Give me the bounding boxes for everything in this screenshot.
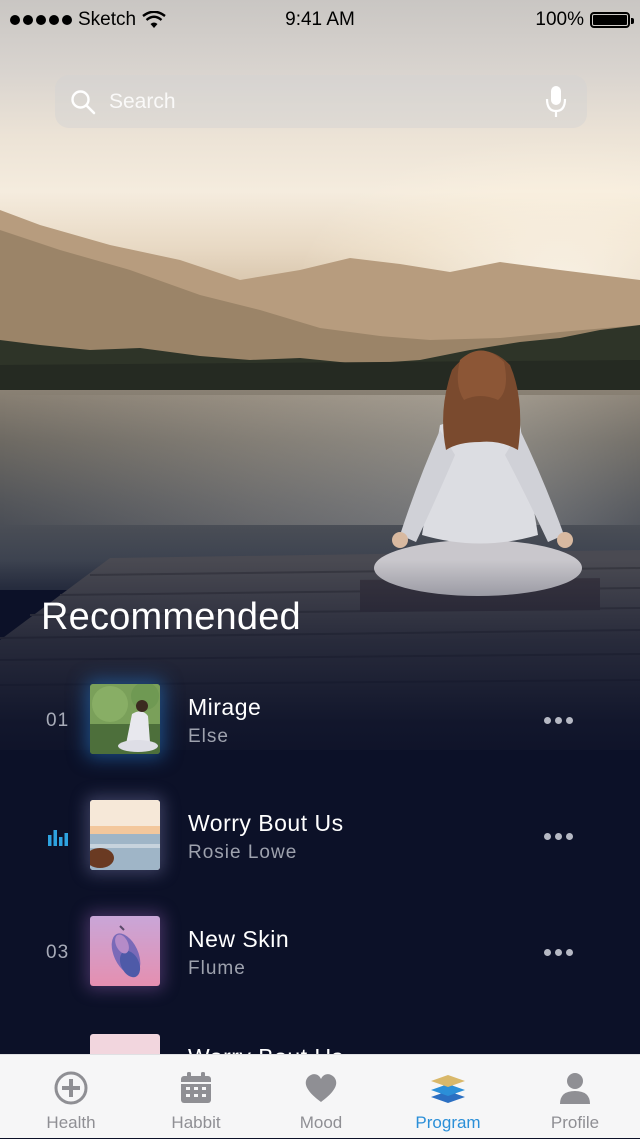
track-title: Worry Bout Us [188,810,344,836]
tab-profile[interactable]: Profile [511,1055,639,1139]
status-bar: Sketch 9:41 AM 100% [0,0,640,40]
track-title: New Skin [188,926,290,952]
more-options-icon[interactable] [544,710,576,730]
track-artist: Flume [188,958,246,979]
calendar-icon [181,1072,211,1103]
more-options-icon[interactable] [544,826,576,846]
tab-label: Health [46,1113,96,1132]
track-artist: Rosie Lowe [188,842,298,863]
track-artwork [90,916,160,986]
tab-program[interactable]: Program [384,1055,512,1139]
track-row[interactable]: Worry Bout Us Rosie Lowe [0,800,640,890]
tab-label: Profile [550,1113,600,1132]
plus-circle-icon [54,1071,88,1105]
track-artist: Else [188,726,229,747]
track-title: Mirage [188,694,262,720]
track-number: 03 [46,942,70,963]
tab-health[interactable]: Health [7,1055,135,1139]
battery-icon [590,12,634,28]
tab-label: Mood [299,1113,343,1132]
battery-percentage: 100% [535,9,584,30]
layers-icon [431,1075,465,1103]
person-icon [560,1073,590,1104]
tab-bar: Health Habbit Mood Program Profile [0,1054,640,1138]
tab-habbit[interactable]: Habbit [132,1055,260,1139]
now-playing-equalizer-icon [48,830,68,846]
search-input[interactable] [107,88,545,115]
search-bar[interactable] [55,75,587,128]
more-options-icon[interactable] [544,942,576,962]
tab-mood[interactable]: Mood [257,1055,385,1139]
heart-icon [305,1074,337,1102]
track-artwork [90,684,160,754]
track-artwork [90,800,160,870]
microphone-icon[interactable] [545,85,567,119]
tab-label: Program [415,1113,481,1132]
tab-label: Habbit [171,1113,221,1132]
section-title: Recommended [41,596,301,638]
track-row[interactable]: 03 New Skin Flume [0,916,640,1006]
search-icon [71,89,96,114]
track-number: 01 [46,710,70,731]
track-row[interactable]: 01 Mirage Else [0,684,640,774]
